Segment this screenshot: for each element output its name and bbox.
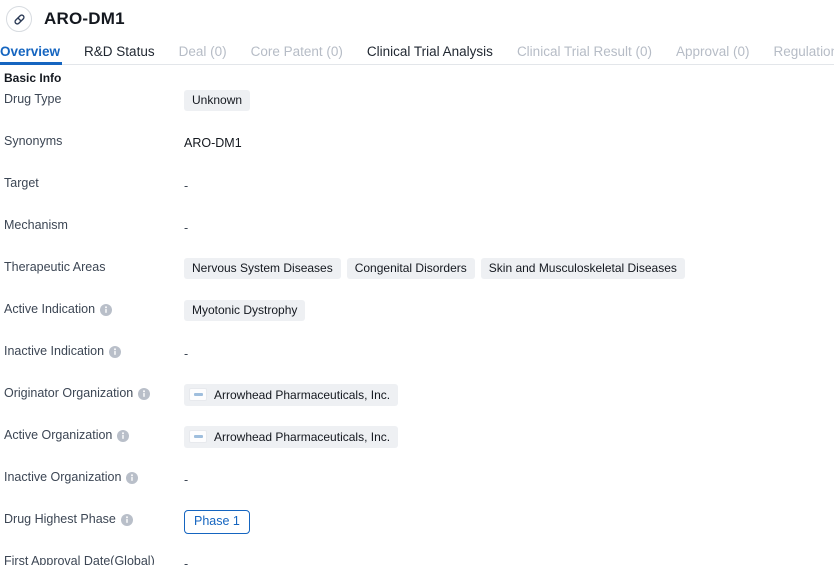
mechanism-value: - (184, 221, 189, 236)
info-label-text: Drug Highest Phase (4, 512, 116, 527)
tab-rd-status[interactable]: R&D Status (84, 44, 155, 66)
page-header: ARO-DM1 (0, 0, 834, 38)
info-label: Inactive Indication (0, 341, 184, 358)
synonyms-value: ARO-DM1 (184, 135, 242, 150)
basic-info-table: Drug Type Unknown Synonyms ARO-DM1 Targe… (0, 89, 834, 565)
info-value: - (184, 173, 834, 195)
info-row-mechanism: Mechanism - (0, 215, 834, 257)
tab-approval[interactable]: Approval (0) (676, 44, 750, 66)
info-row-inactive-indication: Inactive Indication - (0, 341, 834, 383)
info-value: Nervous System Diseases Congenital Disor… (184, 257, 834, 280)
organization-name: Arrowhead Pharmaceuticals, Inc. (214, 387, 391, 402)
info-row-drug-type: Drug Type Unknown (0, 89, 834, 131)
organization-logo-icon (189, 430, 207, 444)
tab-regulation[interactable]: Regulation (0) (774, 44, 834, 66)
info-label: Originator Organization (0, 383, 184, 400)
inactive-indication-value: - (184, 347, 189, 362)
organization-logo-icon (189, 388, 207, 402)
info-value: Arrowhead Pharmaceuticals, Inc. (184, 425, 834, 449)
inactive-organization-value: - (184, 473, 189, 488)
info-label: Drug Type (0, 89, 184, 106)
page-title: ARO-DM1 (44, 9, 125, 28)
info-label-text: Target (4, 176, 39, 191)
tab-bar: Overview R&D Status Deal (0) Core Patent… (0, 38, 834, 65)
info-value: - (184, 215, 834, 237)
tab-deal[interactable]: Deal (0) (179, 44, 227, 66)
info-circle-icon[interactable] (100, 303, 113, 316)
info-label-text: Inactive Indication (4, 344, 105, 359)
info-row-first-approval-date: First Approval Date(Global) - (0, 551, 834, 565)
active-indication-chip[interactable]: Myotonic Dystrophy (184, 300, 306, 322)
info-label-text: Drug Type (4, 92, 62, 107)
info-label: Mechanism (0, 215, 184, 232)
info-label-text: Originator Organization (4, 386, 134, 401)
info-row-active-indication: Active Indication Myotonic Dystrophy (0, 299, 834, 341)
info-row-drug-highest-phase: Drug Highest Phase Phase 1 (0, 509, 834, 551)
info-label-text: Active Organization (4, 428, 113, 443)
tab-core-patent[interactable]: Core Patent (0) (251, 44, 343, 66)
info-circle-icon[interactable] (109, 345, 122, 358)
section-title-basic-info: Basic Info (4, 71, 62, 85)
info-circle-icon[interactable] (117, 429, 130, 442)
drug-highest-phase-badge[interactable]: Phase 1 (184, 510, 250, 534)
info-value: - (184, 551, 834, 565)
active-organization-chip[interactable]: Arrowhead Pharmaceuticals, Inc. (184, 426, 399, 449)
capsule-icon (6, 6, 32, 32)
info-label: Inactive Organization (0, 467, 184, 484)
info-row-therapeutic-areas: Therapeutic Areas Nervous System Disease… (0, 257, 834, 299)
info-row-originator-organization: Originator Organization Arrowhead Pharma… (0, 383, 834, 425)
originator-organization-chip[interactable]: Arrowhead Pharmaceuticals, Inc. (184, 384, 399, 407)
info-value: ARO-DM1 (184, 131, 834, 153)
tab-overview[interactable]: Overview (0, 44, 63, 66)
info-label-text: Active Indication (4, 302, 96, 317)
info-value: - (184, 467, 834, 489)
info-label-text: Inactive Organization (4, 470, 122, 485)
info-label: Synonyms (0, 131, 184, 148)
info-row-synonyms: Synonyms ARO-DM1 (0, 131, 834, 173)
info-label: Active Organization (0, 425, 184, 442)
info-value: Phase 1 (184, 509, 834, 534)
tab-clinical-trial-result[interactable]: Clinical Trial Result (0) (517, 44, 652, 66)
info-label: Target (0, 173, 184, 190)
target-value: - (184, 179, 189, 194)
organization-name: Arrowhead Pharmaceuticals, Inc. (214, 429, 391, 444)
info-label: Therapeutic Areas (0, 257, 184, 274)
info-label-text: Mechanism (4, 218, 68, 233)
info-row-active-organization: Active Organization Arrowhead Pharmaceut… (0, 425, 834, 467)
info-label-text: First Approval Date(Global) (4, 554, 155, 565)
tab-clinical-trial-analysis[interactable]: Clinical Trial Analysis (367, 44, 493, 66)
info-value: - (184, 341, 834, 363)
info-label-text: Synonyms (4, 134, 63, 149)
info-label: Active Indication (0, 299, 184, 316)
therapeutic-area-chip[interactable]: Skin and Musculoskeletal Diseases (480, 258, 685, 280)
info-row-target: Target - (0, 173, 834, 215)
info-circle-icon[interactable] (126, 471, 139, 484)
info-value: Unknown (184, 89, 834, 112)
info-label: Drug Highest Phase (0, 509, 184, 526)
info-value: Arrowhead Pharmaceuticals, Inc. (184, 383, 834, 407)
drug-type-chip[interactable]: Unknown (184, 90, 251, 112)
info-label-text: Therapeutic Areas (4, 260, 106, 275)
first-approval-date-value: - (184, 557, 189, 565)
info-label: First Approval Date(Global) (0, 551, 184, 565)
info-circle-icon[interactable] (138, 387, 151, 400)
info-circle-icon[interactable] (120, 513, 133, 526)
therapeutic-area-chip[interactable]: Nervous System Diseases (184, 258, 341, 280)
therapeutic-area-chip[interactable]: Congenital Disorders (346, 258, 475, 280)
info-value: Myotonic Dystrophy (184, 299, 834, 322)
info-row-inactive-organization: Inactive Organization - (0, 467, 834, 509)
